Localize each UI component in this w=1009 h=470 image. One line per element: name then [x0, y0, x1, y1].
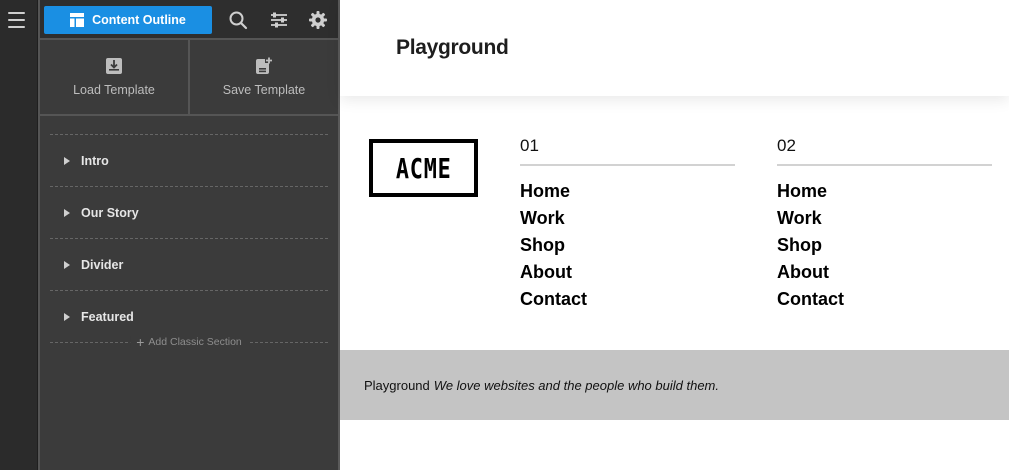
menu-icon[interactable]: [8, 12, 25, 28]
section-label: Featured: [81, 309, 134, 324]
caret-right-icon: [64, 208, 70, 217]
nav-link-about[interactable]: About: [520, 263, 735, 290]
load-template-label: Load Template: [73, 83, 155, 97]
site-footer: Playground We love websites and the peop…: [340, 350, 1009, 420]
footer-brand: Playground: [364, 377, 430, 393]
nav-link-contact[interactable]: Contact: [520, 290, 735, 317]
caret-right-icon: [64, 156, 70, 165]
download-icon: [106, 58, 122, 74]
save-template-button[interactable]: Save Template: [188, 40, 338, 114]
nav-column-01: 01 Home Work Shop About Contact: [520, 136, 735, 317]
save-template-label: Save Template: [222, 83, 306, 97]
gear-icon[interactable]: [308, 10, 328, 30]
editor-sidebar: Content Outline Load Template Save Templ…: [38, 0, 340, 470]
outline-section-divider[interactable]: Divider: [50, 238, 328, 290]
acme-logo[interactable]: ACME: [369, 139, 478, 197]
nav-link-shop[interactable]: Shop: [520, 236, 735, 263]
left-rail: [0, 0, 38, 470]
nav-link-about[interactable]: About: [777, 263, 992, 290]
section-label: Intro: [81, 153, 109, 168]
nav-link-work[interactable]: Work: [520, 209, 735, 236]
outline-section-featured[interactable]: Featured: [50, 290, 328, 342]
sliders-icon[interactable]: [269, 10, 289, 30]
caret-right-icon: [64, 312, 70, 321]
nav-list: Home Work Shop About Contact: [777, 182, 992, 317]
save-template-icon: [256, 57, 272, 74]
add-classic-section-button[interactable]: + Add Classic Section: [130, 334, 248, 350]
site-title[interactable]: Playground: [396, 36, 509, 60]
section-label: Divider: [81, 257, 124, 272]
template-actions: Load Template Save Template: [40, 40, 338, 116]
layout-icon: [70, 13, 85, 27]
content-outline-list: Intro Our Story Divider Featured + Add C…: [50, 134, 328, 362]
site-preview: Playground ACME 01 Home Work Shop About …: [340, 0, 1009, 470]
content-outline-label: Content Outline: [92, 13, 186, 27]
nav-link-home[interactable]: Home: [777, 182, 992, 209]
nav-link-shop[interactable]: Shop: [777, 236, 992, 263]
outline-section-our-story[interactable]: Our Story: [50, 186, 328, 238]
nav-link-work[interactable]: Work: [777, 209, 992, 236]
add-section-row: + Add Classic Section: [50, 335, 328, 362]
logo-text: ACME: [395, 151, 452, 185]
nav-column-02: 02 Home Work Shop About Contact: [777, 136, 992, 317]
content-outline-button[interactable]: Content Outline: [44, 6, 212, 34]
nav-list: Home Work Shop About Contact: [520, 182, 735, 317]
load-template-button[interactable]: Load Template: [40, 40, 188, 114]
nav-link-contact[interactable]: Contact: [777, 290, 992, 317]
section-label: Our Story: [81, 205, 139, 220]
caret-right-icon: [64, 260, 70, 269]
nav-column-number: 02: [777, 136, 992, 166]
sidebar-toolbar: Content Outline: [40, 0, 338, 40]
site-header: Playground: [340, 0, 1009, 96]
footer-tagline: We love websites and the people who buil…: [433, 377, 719, 393]
nav-link-home[interactable]: Home: [520, 182, 735, 209]
outline-section-intro[interactable]: Intro: [50, 134, 328, 186]
plus-icon: +: [136, 334, 145, 350]
nav-column-number: 01: [520, 136, 735, 166]
add-classic-section-label: Add Classic Section: [148, 336, 242, 348]
search-icon[interactable]: [228, 10, 248, 30]
